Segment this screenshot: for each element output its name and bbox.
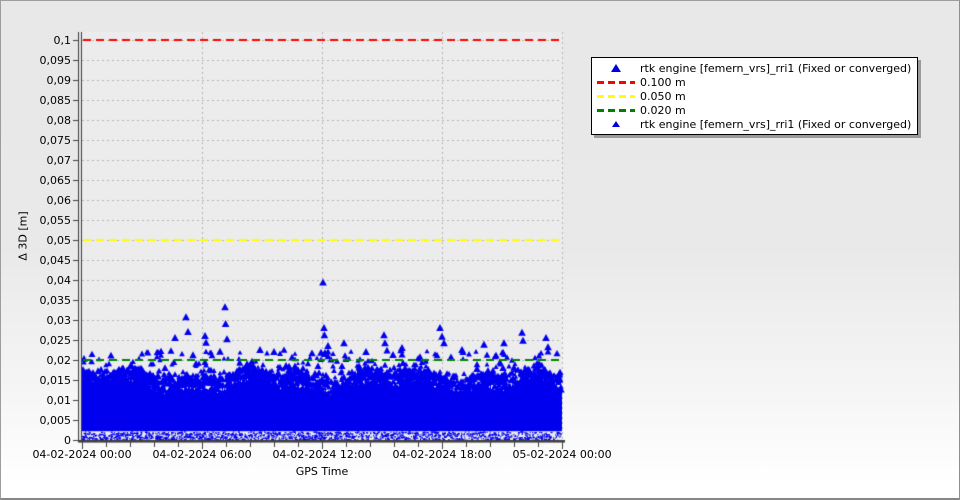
y-tick-label: 0,075 [39,133,72,147]
y-tick-label: 0,065 [39,173,72,187]
x-tick-label: 05-02-2024 00:00 [512,448,612,461]
x-tick-label: 04-02-2024 12:00 [272,448,372,461]
legend-entry[interactable]: rtk engine [femern_vrs]_rri1 (Fixed or c… [594,61,911,75]
legend-entry-label: rtk engine [femern_vrs]_rri1 (Fixed or c… [640,61,912,75]
y-tick-label: 0,04 [46,273,72,287]
plot-window: 0,1 0,095 0,09 0,085 0,08 0,075 0,07 0,065 0,06 0… [0,0,960,500]
y-tick-label: 0,1 [53,33,72,47]
y-tick-label: 0,015 [39,373,72,387]
legend-entry[interactable]: 0.050 m [594,89,911,103]
dash-line-icon [597,80,635,84]
y-tick-label: 0,095 [39,53,72,67]
y-tick-label: 0,08 [46,113,72,127]
y-tick-label: 0,07 [46,153,72,167]
y-tick-label: 0,09 [46,73,72,87]
legend-entry[interactable]: rtk engine [femern_vrs]_rri1 (Fixed or c… [594,117,911,131]
legend-marker-dash-icon [594,108,638,112]
legend-marker-dash-icon [594,94,638,98]
x-tick-label: 04-02-2024 00:00 [32,448,132,461]
triangle-marker-icon [612,121,620,127]
legend-entry[interactable]: 0.020 m [594,103,911,117]
y-axis-title: Δ 3D [m] [16,211,30,261]
y-tick-label: 0,02 [46,353,72,367]
dash-line-icon [597,108,635,112]
legend-marker-triangle-icon [594,121,638,127]
y-tick-label: 0,01 [46,393,72,407]
legend-entry-label: 0.020 m [640,103,686,117]
legend-marker-triangle-icon [594,64,638,72]
triangle-marker-icon [611,64,621,72]
legend-marker-dash-icon [594,80,638,84]
legend-entry-label: rtk engine [femern_vrs]_rri1 (Fixed or c… [640,117,912,131]
legend-entry[interactable]: 0.100 m [594,75,911,89]
legend-box: rtk engine [femern_vrs]_rri1 (Fixed or c… [591,57,919,135]
y-tick-label: 0,005 [39,413,72,427]
y-tick-label: 0,085 [39,93,72,107]
dash-line-icon [597,94,635,98]
legend-entry-label: 0.050 m [640,89,686,103]
y-tick-label: 0,06 [46,193,72,207]
x-tick-label: 04-02-2024 18:00 [392,448,492,461]
y-tick-label: 0,03 [46,313,72,327]
x-tick-label: 04-02-2024 06:00 [152,448,252,461]
legend-entry-label: 0.100 m [640,75,686,89]
y-tick-label: 0 [64,433,71,447]
x-axis-title: GPS Time [295,465,349,478]
y-tick-label: 0,025 [39,333,72,347]
y-tick-label: 0,035 [39,293,72,307]
